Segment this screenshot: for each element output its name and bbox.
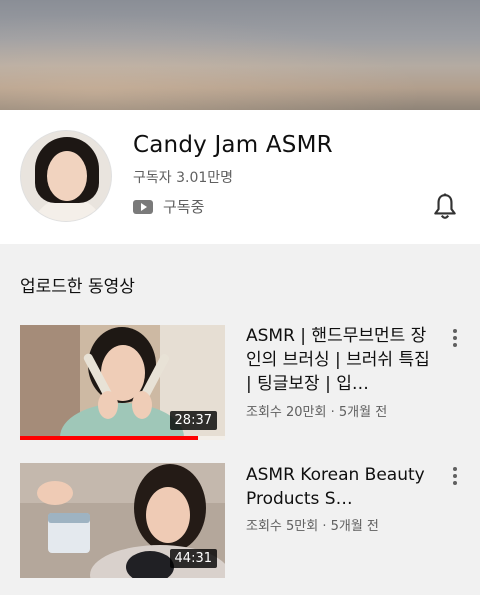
bell-icon[interactable]	[432, 193, 458, 221]
more-vert-icon[interactable]	[450, 467, 460, 485]
video-duration: 44:31	[169, 549, 217, 568]
video-meta: 조회수 5만회 · 5개월 전	[246, 519, 379, 534]
watch-progress-fill	[20, 436, 199, 440]
youtube-icon	[133, 199, 153, 214]
watch-progress-bar	[20, 436, 225, 440]
more-vert-icon[interactable]	[450, 329, 460, 347]
channel-name: Candy Jam ASMR	[133, 132, 333, 158]
video-meta: 조회수 20만회 · 5개월 전	[246, 405, 388, 420]
channel-header: Candy Jam ASMR 구독자 3.01만명 구독중	[0, 110, 480, 244]
video-title[interactable]: ASMR Korean Beauty Products S…	[246, 463, 436, 511]
video-duration: 28:37	[169, 411, 217, 430]
subscribed-label: 구독중	[163, 198, 205, 216]
video-title[interactable]: ASMR | 핸드무브먼트 장인의 브러싱 | 브러쉬 특집 | 팅글보장 | …	[246, 324, 436, 396]
video-item[interactable]: 28:37 ASMR | 핸드무브먼트 장인의 브러싱 | 브러쉬 특집 | 팅…	[20, 325, 470, 441]
channel-avatar[interactable]	[20, 130, 112, 222]
video-thumbnail[interactable]: 44:31	[20, 463, 225, 578]
video-item[interactable]: 44:31 ASMR Korean Beauty Products S… 조회수…	[20, 463, 470, 579]
section-title: 업로드한 동영상	[20, 277, 135, 297]
channel-banner	[0, 0, 480, 110]
video-thumbnail[interactable]: 28:37	[20, 325, 225, 440]
subscriber-count: 구독자 3.01만명	[133, 170, 234, 186]
subscribed-button[interactable]: 구독중	[133, 196, 204, 217]
